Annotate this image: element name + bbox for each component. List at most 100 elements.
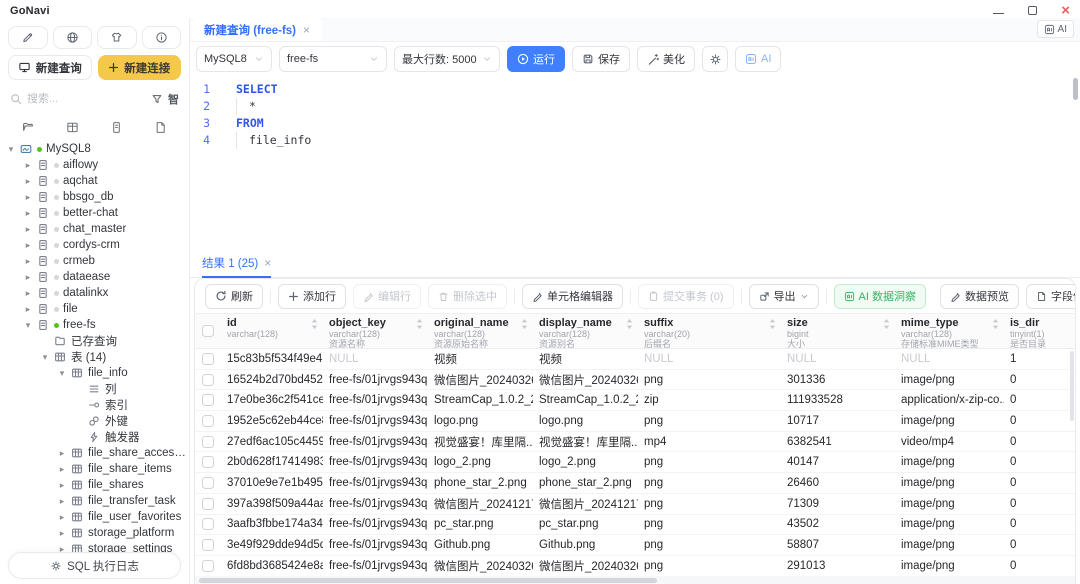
column-header-mime_type[interactable]: mime_typevarchar(128)存储标准MIME类型: [895, 314, 1004, 348]
cell-original_name[interactable]: phone_star_2.png: [428, 473, 533, 493]
cell-size[interactable]: 111933528: [781, 390, 895, 410]
expand-arrow-icon[interactable]: ▸: [23, 176, 33, 186]
cell-id[interactable]: 1952e5c62eb44ce8...: [221, 411, 323, 431]
tree-item-columns[interactable]: 列: [0, 381, 189, 397]
row-checkbox[interactable]: [202, 498, 214, 510]
table-row[interactable]: 15c83b5f534f49e4b...NULL视频视频NULLNULLNULL…: [195, 349, 1075, 370]
cell-is_dir[interactable]: 0: [1004, 452, 1075, 472]
tab-connections-folder[interactable]: [6, 117, 50, 138]
hscrollbar-thumb[interactable]: [199, 578, 657, 583]
cell-original_name[interactable]: Github.png: [428, 535, 533, 555]
column-header-is_dir[interactable]: is_dirtinyint(1)是否目录: [1004, 314, 1075, 348]
cell-size[interactable]: NULL: [781, 349, 895, 369]
tree-item-cordys-crm[interactable]: ▸cordys-crm: [0, 237, 189, 253]
globe-button[interactable]: [53, 26, 93, 49]
cell-suffix[interactable]: zip: [638, 390, 781, 410]
expand-arrow-icon[interactable]: ▸: [23, 192, 33, 202]
cell-object_key[interactable]: free-fs/01jrvgs943q...: [323, 370, 428, 390]
cell-is_dir[interactable]: 0: [1004, 432, 1075, 452]
query-tab[interactable]: 新建查询 (free-fs) ×: [192, 18, 322, 41]
tree-item-mysql8[interactable]: ▾MySQL8: [0, 141, 189, 157]
row-checkbox[interactable]: [202, 353, 214, 365]
cell-object_key[interactable]: free-fs/01jrvgs943q...: [323, 432, 428, 452]
expand-arrow-icon[interactable]: ▸: [57, 464, 67, 474]
run-button[interactable]: 运行: [507, 46, 565, 72]
table-row[interactable]: 17e0be36c2f541ce9...free-fs/01jrvgs943q.…: [195, 390, 1075, 411]
cell-object_key[interactable]: free-fs/01jrvgs943q...: [323, 535, 428, 555]
beautify-button[interactable]: 美化: [637, 46, 695, 72]
cell-original_name[interactable]: StreamCap_1.0.2_2_...: [428, 390, 533, 410]
expand-arrow-icon[interactable]: ▸: [57, 480, 67, 490]
cell-display_name[interactable]: 视频: [533, 349, 638, 369]
cell-size[interactable]: 10717: [781, 411, 895, 431]
row-checkbox[interactable]: [202, 436, 214, 448]
tree-item-saved-queries[interactable]: 已存查询: [0, 333, 189, 349]
refresh-button[interactable]: 刷新: [205, 284, 263, 309]
cell-display_name[interactable]: Github.png: [533, 535, 638, 555]
cell-size[interactable]: 58807: [781, 535, 895, 555]
database-select[interactable]: free-fs: [279, 46, 387, 72]
collapse-arrow-icon[interactable]: ▾: [6, 144, 16, 154]
tree-item-aqchat[interactable]: ▸aqchat: [0, 173, 189, 189]
row-checkbox[interactable]: [202, 477, 214, 489]
export-button[interactable]: 导出: [749, 284, 819, 309]
cell-mime_type[interactable]: image/png: [895, 556, 1004, 576]
tab-query-files[interactable]: [139, 117, 183, 138]
theme-shirt-button[interactable]: [97, 26, 137, 49]
cell-mime_type[interactable]: image/png: [895, 535, 1004, 555]
column-header-display_name[interactable]: display_namevarchar(128)资源别名: [533, 314, 638, 348]
cell-mime_type[interactable]: image/png: [895, 370, 1004, 390]
cell-is_dir[interactable]: 0: [1004, 494, 1075, 514]
tree-item-file-info[interactable]: ▾file_info: [0, 365, 189, 381]
cell-id[interactable]: 6fd8bd3685424e8a...: [221, 556, 323, 576]
column-header-size[interactable]: sizebigint大小: [781, 314, 895, 348]
max-rows-select[interactable]: 最大行数: 5000: [394, 46, 500, 72]
tree-item-storage-platform[interactable]: ▸storage_platform: [0, 525, 189, 541]
close-button[interactable]: ×: [1061, 5, 1070, 17]
cell-suffix[interactable]: png: [638, 494, 781, 514]
cell-display_name[interactable]: 微信图片_20240326...: [533, 370, 638, 390]
cell-id[interactable]: 37010e9e7e1b4954...: [221, 473, 323, 493]
cell-suffix[interactable]: png: [638, 452, 781, 472]
cell-object_key[interactable]: free-fs/01jrvgs943q...: [323, 473, 428, 493]
sort-icon[interactable]: [769, 319, 776, 332]
cell-is_dir[interactable]: 0: [1004, 535, 1075, 555]
cell-original_name[interactable]: 视觉盛宴！库里隔...: [428, 432, 533, 452]
cell-original_name[interactable]: pc_star.png: [428, 515, 533, 535]
save-button[interactable]: 保存: [572, 46, 630, 72]
sort-icon[interactable]: [311, 319, 318, 332]
select-all-checkbox[interactable]: [202, 325, 214, 337]
row-checkbox[interactable]: [202, 560, 214, 572]
cell-mime_type[interactable]: image/png: [895, 473, 1004, 493]
about-info-button[interactable]: [142, 26, 182, 49]
cell-id[interactable]: 3aafb3fbbe174a34a...: [221, 515, 323, 535]
table-row[interactable]: 2b0d628f17414983...free-fs/01jrvgs943q..…: [195, 452, 1075, 473]
row-checkbox[interactable]: [202, 394, 214, 406]
commit-transaction-button[interactable]: 提交事务 (0): [638, 284, 734, 309]
cell-size[interactable]: 291013: [781, 556, 895, 576]
edit-row-button[interactable]: 编辑行: [353, 284, 421, 309]
cell-display_name[interactable]: logo_2.png: [533, 452, 638, 472]
cell-mime_type[interactable]: application/x-zip-co...: [895, 390, 1004, 410]
new-connection-button[interactable]: 新建连接: [98, 55, 182, 80]
sql-editor[interactable]: 1SELECT2*3FROM4file_info: [190, 76, 1080, 248]
connection-select[interactable]: MySQL8: [196, 46, 272, 72]
cell-is_dir[interactable]: 0: [1004, 556, 1075, 576]
editor-scrollbar[interactable]: [1073, 78, 1078, 100]
table-row[interactable]: 1952e5c62eb44ce8...free-fs/01jrvgs943q..…: [195, 411, 1075, 432]
cell-size[interactable]: 301336: [781, 370, 895, 390]
tree-item-file-transfer-task[interactable]: ▸file_transfer_task: [0, 493, 189, 509]
table-row[interactable]: 3aafb3fbbe174a34a...free-fs/01jrvgs943q.…: [195, 515, 1075, 536]
tree-item-indexes[interactable]: 索引: [0, 397, 189, 413]
tab-close-icon[interactable]: ×: [303, 23, 310, 37]
ai-insight-button[interactable]: AI 数据洞察: [834, 284, 926, 309]
row-checkbox[interactable]: [202, 518, 214, 530]
tree-item-bbsgo-db[interactable]: ▸bbsgo_db: [0, 189, 189, 205]
cell-size[interactable]: 6382541: [781, 432, 895, 452]
cell-object_key[interactable]: NULL: [323, 349, 428, 369]
minimize-button[interactable]: [993, 8, 1004, 14]
cell-suffix[interactable]: png: [638, 515, 781, 535]
sort-icon[interactable]: [521, 319, 528, 332]
result-tab-close-icon[interactable]: ×: [264, 256, 271, 270]
cell-id[interactable]: 397a398f509a44aa9...: [221, 494, 323, 514]
